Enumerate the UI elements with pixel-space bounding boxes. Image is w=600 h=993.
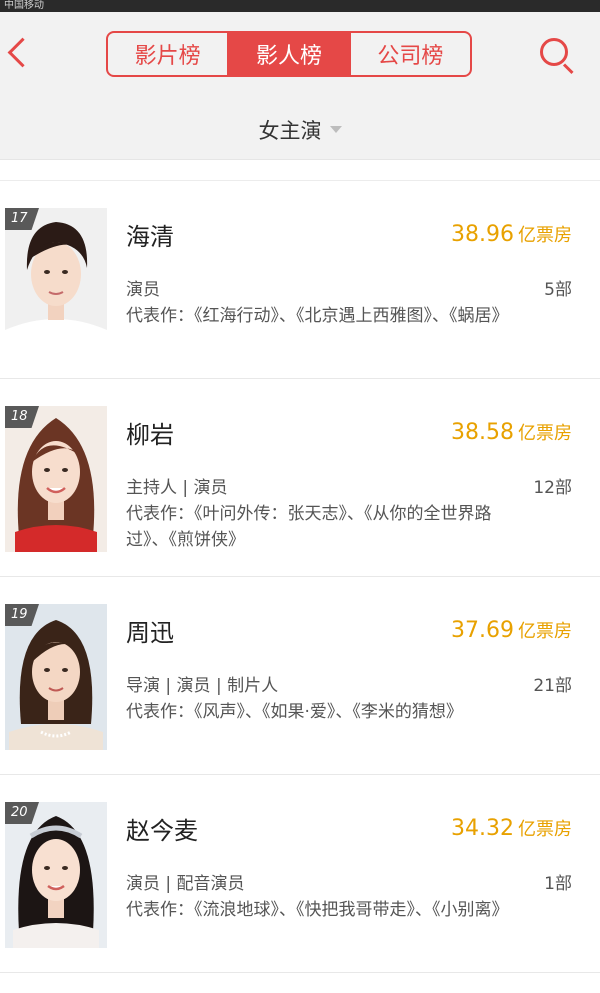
box-office-value: 34.32 bbox=[451, 816, 514, 841]
list-item[interactable]: 20 赵今麦 34.32 亿票房 演员 | 配音演员 1部 代表作：《流浪地球》、… bbox=[0, 775, 600, 973]
people-ranking-list: 17 海清 38.96 亿票房 演员 5部 代表作：《红海行动》、《北京遇上西雅图… bbox=[0, 181, 600, 973]
tab-people-ranking[interactable]: 影人榜 bbox=[227, 33, 349, 75]
person-roles: 演员 | 配音演员 bbox=[126, 874, 245, 894]
carrier-label: 中国移动 bbox=[4, 0, 44, 11]
avatar-photo: 17 bbox=[5, 208, 107, 354]
box-office: 38.58 亿票房 bbox=[451, 419, 572, 445]
person-name: 柳岩 bbox=[126, 421, 174, 449]
list-item[interactable]: 17 海清 38.96 亿票房 演员 5部 代表作：《红海行动》、《北京遇上西雅图… bbox=[0, 181, 600, 379]
back-arrow-icon[interactable] bbox=[8, 36, 28, 72]
person-roles: 演员 bbox=[126, 280, 160, 300]
list-item[interactable]: 19 周迅 37.69 亿票房 导演 | 演员 | 制片人 21部 代表作：《风声… bbox=[0, 577, 600, 775]
representative-works: 代表作：《红海行动》、《北京遇上西雅图》、《蜗居》 bbox=[126, 306, 509, 326]
search-icon[interactable] bbox=[538, 36, 578, 76]
box-office-unit: 亿票房 bbox=[518, 225, 572, 246]
list-item[interactable]: 18 柳岩 38.58 亿票房 主持人 | 演员 12部 代表作：《叶问外传：张天… bbox=[0, 379, 600, 577]
person-roles: 主持人 | 演员 bbox=[126, 478, 228, 498]
box-office-unit: 亿票房 bbox=[518, 819, 572, 840]
ranking-type-switcher: 影片榜 影人榜 公司榜 bbox=[106, 31, 472, 77]
box-office: 38.96 亿票房 bbox=[451, 221, 572, 247]
box-office-value: 37.69 bbox=[451, 618, 514, 643]
person-name: 海清 bbox=[126, 223, 174, 251]
filter-bar: 女主演 bbox=[0, 100, 600, 160]
box-office: 37.69 亿票房 bbox=[451, 617, 572, 643]
box-office-unit: 亿票房 bbox=[518, 423, 572, 444]
avatar-photo: 18 bbox=[5, 406, 107, 552]
avatar-photo: 20 bbox=[5, 802, 107, 948]
box-office-unit: 亿票房 bbox=[518, 621, 572, 642]
filter-label: 女主演 bbox=[258, 118, 322, 143]
person-name: 周迅 bbox=[126, 619, 174, 647]
person-roles: 导演 | 演员 | 制片人 bbox=[126, 676, 279, 696]
top-nav-bar: 影片榜 影人榜 公司榜 bbox=[0, 12, 600, 100]
tab-company-ranking[interactable]: 公司榜 bbox=[348, 33, 470, 75]
representative-works: 代表作：《风声》、《如果·爱》、《李米的猜想》 bbox=[126, 702, 463, 722]
box-office-value: 38.96 bbox=[451, 222, 514, 247]
role-filter-dropdown[interactable]: 女主演 bbox=[259, 115, 342, 145]
status-bar: 中国移动 bbox=[0, 0, 600, 12]
box-office: 34.32 亿票房 bbox=[451, 815, 572, 841]
film-count: 5部 bbox=[544, 280, 572, 300]
person-name: 赵今麦 bbox=[126, 817, 198, 845]
tab-movie-ranking[interactable]: 影片榜 bbox=[108, 33, 227, 75]
chevron-down-icon bbox=[329, 126, 342, 133]
avatar-photo: 19 bbox=[5, 604, 107, 750]
film-count: 1部 bbox=[544, 874, 572, 894]
film-count: 21部 bbox=[533, 676, 572, 696]
film-count: 12部 bbox=[533, 478, 572, 498]
representative-works: 代表作：《叶问外传：张天志》、《从你的全世界路过》、《煎饼侠》 bbox=[126, 504, 492, 550]
box-office-value: 38.58 bbox=[451, 420, 514, 445]
representative-works: 代表作：《流浪地球》、《快把我哥带走》、《小别离》 bbox=[126, 900, 509, 920]
